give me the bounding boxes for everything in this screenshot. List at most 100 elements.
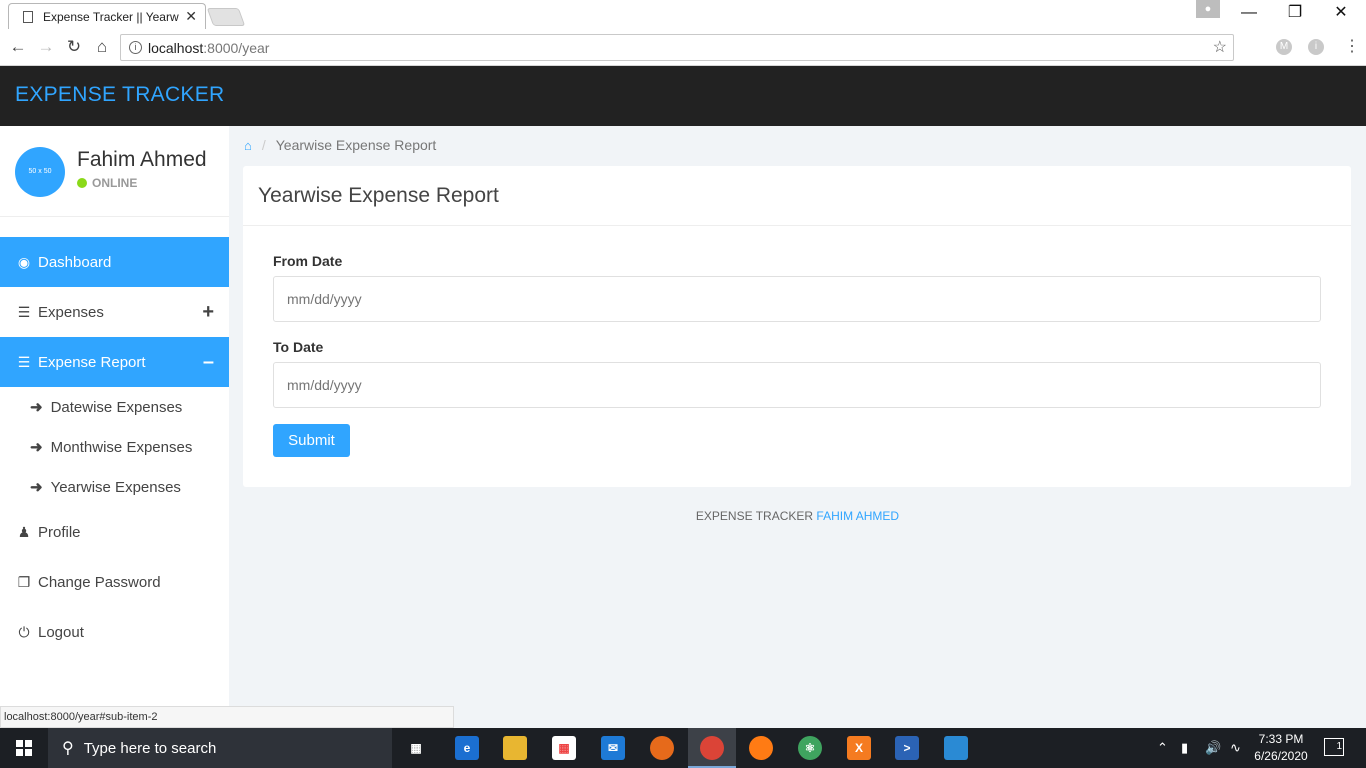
xampp-icon[interactable]: X [847,736,871,760]
sidebar-subitem-monthwise[interactable]: ➜ Monthwise Expenses [0,427,229,467]
site-info-icon[interactable]: i [129,41,142,54]
clock[interactable]: 7:33 PM 6/26/2020 [1252,731,1310,765]
to-date-input[interactable] [273,362,1321,408]
avatar: 50 x 50 [15,147,65,197]
sidebar-item-label: Logout [38,623,84,641]
start-button[interactable] [0,728,48,768]
clock-date: 6/26/2020 [1254,749,1308,763]
home-icon[interactable]: ⌂ [244,138,252,153]
main-content: ⌂ / Yearwise Expense Report Yearwise Exp… [229,126,1366,728]
browser-tab[interactable]: Expense Tracker || Yearwise Expense Repo… [8,3,206,29]
sidebar-item-expenses[interactable]: ☰ Expenses + [0,287,229,337]
user-name: Fahim Ahmed [77,148,207,171]
url-host: localhost [148,39,204,56]
edge-icon[interactable]: e [455,736,479,760]
battery-icon[interactable]: ▮ [1181,740,1188,756]
arrow-right-icon: ➜ [30,479,43,496]
sidebar-subitem-label: Monthwise Expenses [50,438,193,456]
sidebar-item-label: Expenses [38,303,104,321]
task-view-icon[interactable]: ▦ [404,736,428,760]
forward-icon[interactable]: → [34,35,58,59]
brand-link[interactable]: EXPENSE TRACKER [15,83,225,107]
reload-icon[interactable]: ↻ [62,35,86,59]
sidebar-item-expense-report[interactable]: ☰ Expense Report – [0,337,229,387]
chrome-icon[interactable] [700,736,724,760]
sidebar-menu: ◉ Dashboard ☰ Expenses + ☰ Expense Repor… [0,237,229,657]
arrow-right-icon: ➜ [30,399,43,416]
home-icon[interactable]: ⌂ [90,35,114,59]
bookmark-star-icon[interactable]: ☆ [1213,37,1227,57]
sidebar-item-dashboard[interactable]: ◉ Dashboard [0,237,229,287]
footer-author-link[interactable]: FAHIM AHMED [816,509,899,523]
back-icon[interactable]: ← [6,35,30,59]
tab-close-icon[interactable]: ✕ [185,8,197,25]
list-icon: ☰ [17,303,31,320]
copy-icon: ❐ [17,573,31,590]
info-extension-icon[interactable]: i [1308,39,1324,55]
from-date-input[interactable] [273,276,1321,322]
sidebar-subitem-label: Datewise Expenses [50,398,183,416]
mail-icon[interactable]: ✉ [601,736,625,760]
menu-kebab-icon[interactable]: ⋮ [1344,36,1360,56]
breadcrumb-separator: / [261,137,266,153]
url-input[interactable]: i localhost:8000/year ☆ [120,34,1234,61]
sidebar-item-profile[interactable]: ♟ Profile [0,507,229,557]
user-profile-box: 50 x 50 Fahim Ahmed ONLINE [0,126,229,217]
taskbar: ⚲ Type here to search ▦ e ▦ ✉ ⚛ X > ⌃ ▮ … [0,728,1366,768]
sidebar-subitem-datewise[interactable]: ➜ Datewise Expenses [0,387,229,427]
atom-icon[interactable]: ⚛ [798,736,822,760]
photos-icon[interactable] [944,736,968,760]
dashboard-icon: ◉ [17,253,31,270]
breadcrumb: ⌂ / Yearwise Expense Report [244,137,436,153]
panel-title: Yearwise Expense Report [243,166,1351,226]
sidebar-item-label: Dashboard [38,253,112,271]
firefox-icon[interactable] [650,736,674,760]
close-window-icon[interactable]: ✕ [1318,2,1364,24]
address-bar: ← → ↻ ⌂ i localhost:8000/year ☆ M i ⋮ [0,29,1366,66]
power-icon: ⏻ [18,623,30,640]
url-path: :8000/year [203,39,270,56]
taskbar-search[interactable]: ⚲ Type here to search [48,728,392,768]
from-date-label: From Date [273,253,343,269]
sidebar-subitem-yearwise[interactable]: ➜ Yearwise Expenses [0,467,229,507]
powershell-icon[interactable]: > [895,736,919,760]
sidebar-item-label: Change Password [38,573,161,591]
user-icon: ♟ [17,523,31,540]
taskbar-search-placeholder: Type here to search [83,739,217,757]
firefox-dev-icon[interactable] [749,736,773,760]
wifi-icon[interactable]: ∿ [1230,740,1241,756]
page-icon [23,10,33,23]
user-profile-icon[interactable]: ● [1196,0,1220,18]
expand-plus-icon[interactable]: + [202,301,214,324]
store-icon[interactable]: ▦ [552,736,576,760]
search-icon: ⚲ [62,740,74,757]
collapse-minus-icon[interactable]: – [203,351,214,374]
expense-report-submenu: ➜ Datewise Expenses ➜ Monthwise Expenses… [0,387,229,507]
arrow-right-icon: ➜ [30,439,43,456]
minimize-icon[interactable]: — [1226,2,1272,24]
sidebar: 50 x 50 Fahim Ahmed ONLINE ◉ Dashboard ☰… [0,126,229,728]
sidebar-item-label: Expense Report [38,353,146,371]
user-status-text: ONLINE [92,176,138,190]
sidebar-item-logout[interactable]: ⏻ Logout [0,607,229,657]
list-icon: ☰ [17,353,31,370]
to-date-label: To Date [273,339,324,355]
new-tab-button[interactable] [206,8,246,26]
sidebar-item-label: Profile [38,523,81,541]
user-status: ONLINE [77,176,137,190]
extension-icon[interactable]: M [1276,39,1292,55]
submit-button[interactable]: Submit [273,424,350,457]
restore-icon[interactable]: ❐ [1272,2,1318,24]
tray-chevron-icon[interactable]: ⌃ [1157,740,1168,756]
tab-title: Expense Tracker || Yearwise Expense Repo… [43,9,179,24]
breadcrumb-current: Yearwise Expense Report [275,137,437,153]
report-panel: Yearwise Expense Report From Date To Dat… [243,166,1351,487]
notification-center-icon[interactable]: 1 [1324,738,1344,756]
sidebar-item-change-password[interactable]: ❐ Change Password [0,557,229,607]
footer: EXPENSE TRACKER FAHIM AHMED [229,509,1366,523]
file-explorer-icon[interactable] [503,736,527,760]
windows-logo-icon [16,740,32,756]
clock-time: 7:33 PM [1258,732,1304,746]
volume-icon[interactable]: 🔊 [1205,740,1221,756]
sidebar-subitem-label: Yearwise Expenses [50,478,181,496]
